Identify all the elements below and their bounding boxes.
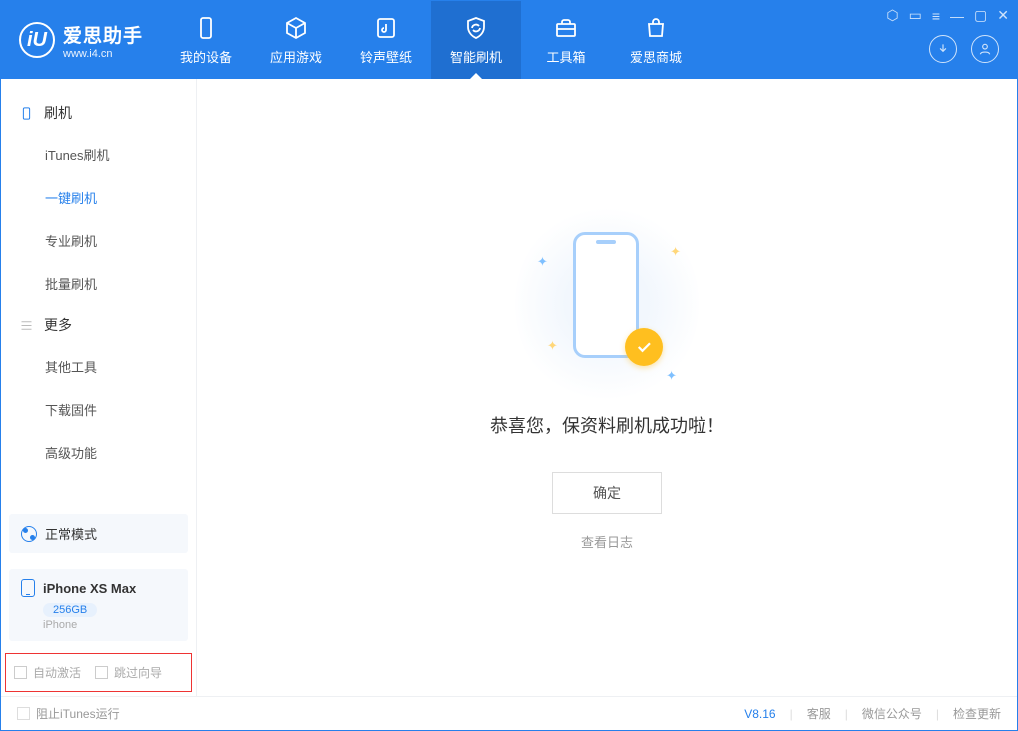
sidebar-item-advanced[interactable]: 高级功能 [1, 431, 196, 474]
device-icon [193, 15, 219, 41]
storage-badge: 256GB [43, 603, 97, 617]
tab-toolbox[interactable]: 工具箱 [521, 1, 611, 79]
tab-flash[interactable]: 智能刷机 [431, 1, 521, 79]
device-mode-card[interactable]: 正常模式 [9, 514, 188, 553]
phone-small-icon [21, 579, 35, 597]
download-button[interactable] [929, 35, 957, 63]
note-icon[interactable]: ▭ [909, 7, 922, 24]
footer: 阻止iTunes运行 V8.16 | 客服 | 微信公众号 | 检查更新 [1, 696, 1017, 730]
device-mode-label: 正常模式 [45, 524, 97, 543]
music-icon [373, 15, 399, 41]
check-icon [625, 328, 663, 366]
close-button[interactable]: ✕ [997, 7, 1009, 24]
sidebar-section-more: 更多 [1, 305, 196, 345]
view-log-link[interactable]: 查看日志 [581, 532, 633, 551]
tab-my-device[interactable]: 我的设备 [161, 1, 251, 79]
success-message: 恭喜您，保资料刷机成功啦！ [490, 412, 724, 438]
support-link[interactable]: 客服 [807, 705, 831, 722]
bag-icon [643, 15, 669, 41]
sidebar-item-itunes-flash[interactable]: iTunes刷机 [1, 133, 196, 176]
sidebar: 刷机 iTunes刷机 一键刷机 专业刷机 批量刷机 更多 其他工具 下载固件 … [1, 79, 197, 696]
window-controls: ⬡ ▭ ≡ — ▢ ✕ [886, 7, 1009, 24]
tab-store[interactable]: 爱思商城 [611, 1, 701, 79]
device-info-card[interactable]: iPhone XS Max 256GB iPhone [9, 569, 188, 641]
mode-icon [21, 526, 37, 542]
logo-icon: iU [19, 22, 55, 58]
phone-icon [19, 106, 34, 121]
skip-guide-checkbox[interactable]: 跳过向导 [95, 664, 162, 681]
refresh-shield-icon [463, 15, 489, 41]
top-tabs: 我的设备 应用游戏 铃声壁纸 智能刷机 工具箱 爱思商城 [161, 1, 701, 79]
sidebar-item-other-tools[interactable]: 其他工具 [1, 345, 196, 388]
menu-icon[interactable]: ≡ [932, 8, 940, 24]
tab-apps[interactable]: 应用游戏 [251, 1, 341, 79]
sidebar-item-batch-flash[interactable]: 批量刷机 [1, 262, 196, 305]
sidebar-section-flash: 刷机 [1, 93, 196, 133]
toolbox-icon [553, 15, 579, 41]
app-title: 爱思助手 [63, 21, 143, 48]
user-button[interactable] [971, 35, 999, 63]
header: iU 爱思助手 www.i4.cn 我的设备 应用游戏 铃声壁纸 智能刷机 工具… [1, 1, 1017, 79]
maximize-button[interactable]: ▢ [974, 7, 987, 24]
success-illustration: ✦✦ ✦✦ [537, 224, 677, 384]
check-update-link[interactable]: 检查更新 [953, 705, 1001, 722]
sidebar-item-one-click[interactable]: 一键刷机 [1, 176, 196, 219]
list-icon [19, 318, 34, 333]
main-content: ✦✦ ✦✦ 恭喜您，保资料刷机成功啦！ 确定 查看日志 [197, 79, 1017, 696]
app-subtitle: www.i4.cn [63, 48, 143, 60]
app-logo: iU 爱思助手 www.i4.cn [1, 1, 161, 79]
auto-activate-checkbox[interactable]: 自动激活 [14, 664, 81, 681]
tab-ringtone[interactable]: 铃声壁纸 [341, 1, 431, 79]
device-name: iPhone XS Max [43, 581, 136, 596]
sidebar-item-pro-flash[interactable]: 专业刷机 [1, 219, 196, 262]
options-highlight-box: 自动激活 跳过向导 [5, 653, 192, 692]
shirt-icon[interactable]: ⬡ [886, 7, 898, 24]
block-itunes-checkbox[interactable]: 阻止iTunes运行 [17, 705, 120, 722]
minimize-button[interactable]: — [950, 8, 964, 24]
device-type: iPhone [43, 619, 176, 631]
wechat-link[interactable]: 微信公众号 [862, 705, 922, 722]
version-label: V8.16 [744, 707, 775, 721]
sidebar-item-download-fw[interactable]: 下载固件 [1, 388, 196, 431]
cube-icon [283, 15, 309, 41]
ok-button[interactable]: 确定 [552, 472, 662, 514]
